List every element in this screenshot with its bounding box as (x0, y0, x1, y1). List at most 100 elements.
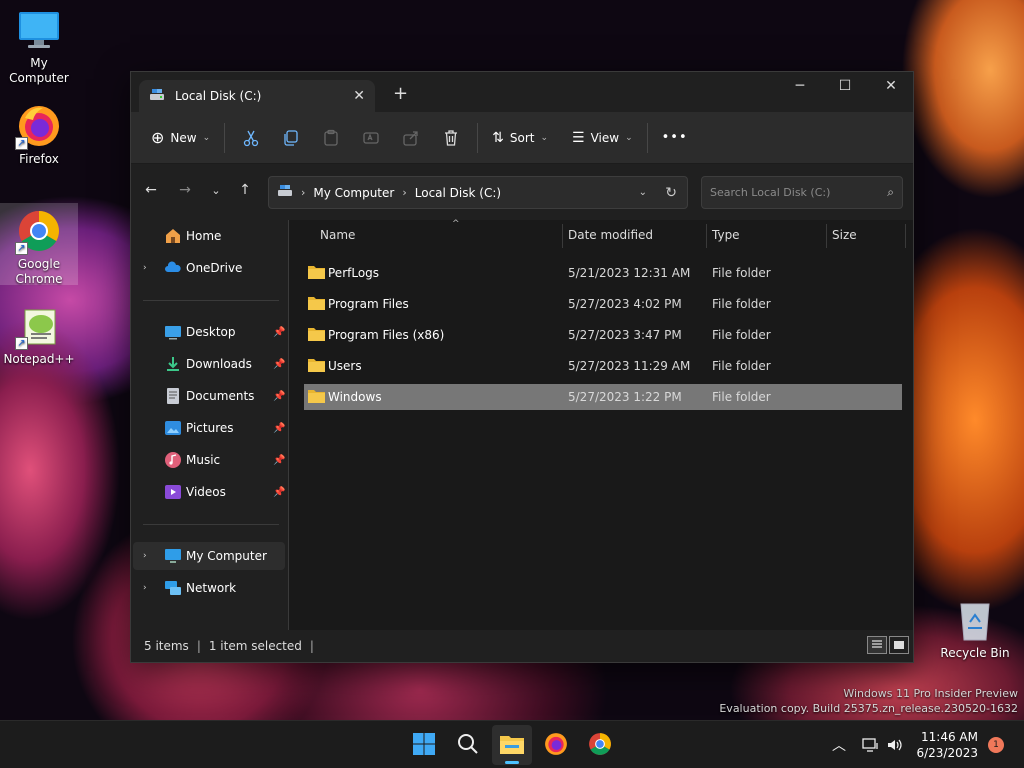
table-row[interactable]: Program Files (x86) 5/27/2023 3:47 PM File… (304, 322, 902, 348)
sidebar-item-videos[interactable]: Videos 📌 (133, 478, 285, 506)
sidebar-item-home[interactable]: Home (133, 222, 285, 250)
sidebar-item-label: Desktop (186, 325, 236, 339)
pin-icon[interactable]: 📌 (273, 423, 285, 434)
chevron-up-icon: ︿ (832, 738, 846, 754)
watermark-line-1: Windows 11 Pro Insider Preview (843, 687, 1018, 700)
network-tray-icon[interactable] (862, 721, 880, 768)
recent-locations-chevron-icon[interactable]: ⌄ (202, 176, 230, 204)
up-arrow-icon[interactable]: ↑ (231, 176, 259, 204)
desktop-icon-firefox[interactable]: ↗ Firefox (0, 104, 78, 167)
expand-chevron-icon[interactable]: › (143, 263, 147, 273)
item-count: 5 items (144, 639, 189, 653)
column-divider[interactable] (905, 224, 906, 248)
selection-count: 1 item selected (208, 639, 302, 653)
toolbar-divider (646, 122, 648, 153)
desktop-icon-label: Google Chrome (15, 257, 63, 286)
pin-icon[interactable]: 📌 (273, 487, 285, 498)
desktop-icon-my-computer[interactable]: My Computer (0, 8, 78, 86)
maximize-button[interactable]: ☐ (822, 72, 868, 100)
expand-chevron-icon[interactable]: › (143, 551, 147, 561)
sidebar-item-onedrive[interactable]: › OneDrive (133, 254, 285, 282)
delete-icon[interactable] (431, 121, 471, 155)
file-name: Program Files (328, 297, 409, 311)
search-box[interactable]: ⌕ (701, 176, 903, 209)
sidebar-item-pictures[interactable]: Pictures 📌 (133, 414, 285, 442)
column-header-type[interactable]: Type (702, 220, 826, 250)
cloud-icon (164, 259, 182, 277)
view-label: View (590, 130, 620, 145)
show-hidden-icons-chevron[interactable]: ︿ (832, 721, 846, 768)
pin-icon[interactable]: 📌 (273, 327, 285, 338)
breadcrumb-my-computer[interactable]: My Computer (313, 186, 394, 200)
more-options-button[interactable]: ••• (654, 121, 696, 155)
table-row[interactable]: Windows 5/27/2023 1:22 PM File folder (304, 384, 902, 410)
sidebar-item-network[interactable]: › Network (133, 574, 285, 602)
file-date: 5/27/2023 4:02 PM (568, 297, 682, 311)
sidebar-item-desktop[interactable]: Desktop 📌 (133, 318, 285, 346)
status-separator: | (196, 639, 201, 653)
view-button[interactable]: ☰ View ⌄ (564, 121, 641, 155)
column-header-size[interactable]: Size (822, 220, 902, 250)
toolbar-divider (477, 122, 479, 153)
video-icon (164, 483, 182, 501)
file-explorer-window: Local Disk (C:) ✕ + ─ ☐ ✕ ⊕ New ⌄ ⇅ Sort… (130, 71, 914, 663)
file-name: Windows (328, 390, 382, 404)
sidebar-item-my-computer[interactable]: › My Computer (133, 542, 285, 570)
pin-icon[interactable]: 📌 (273, 359, 285, 370)
cut-icon[interactable] (231, 121, 271, 155)
breadcrumb-chevron-icon: › (402, 186, 407, 199)
watermark-line-2: Evaluation copy. Build 25375.zn_release.… (719, 702, 1018, 715)
breadcrumb-local-disk[interactable]: Local Disk (C:) (415, 186, 501, 200)
minimize-button[interactable]: ─ (777, 72, 823, 100)
drive-icon (149, 88, 165, 105)
folder-icon (308, 265, 325, 279)
column-header-name[interactable]: Name ^ (310, 219, 564, 250)
taskbar-chrome[interactable] (580, 725, 620, 765)
address-box[interactable]: › My Computer › Local Disk (C:) ⌄ ↻ (268, 176, 688, 209)
expand-chevron-icon[interactable]: › (143, 583, 147, 593)
start-button[interactable] (404, 725, 444, 765)
desktop-folder-icon (164, 323, 182, 341)
desktop-icon-chrome[interactable]: ↗ Google Chrome (0, 203, 78, 286)
column-header-date[interactable]: Date modified (558, 220, 702, 250)
desktop-icon-notepadpp[interactable]: ↗ Notepad++ (0, 304, 78, 367)
desktop-icon-recycle-bin[interactable]: Recycle Bin (936, 598, 1014, 661)
table-row[interactable]: Program Files 5/27/2023 4:02 PM File folde… (304, 291, 902, 317)
windows-logo-icon (412, 732, 436, 759)
refresh-icon[interactable]: ↻ (665, 185, 677, 201)
rename-icon[interactable] (351, 121, 391, 155)
new-button[interactable]: ⊕ New ⌄ (143, 121, 218, 155)
copy-icon[interactable] (271, 121, 311, 155)
taskbar: ︿ 11:46 AM 6/23/2023 1 (0, 720, 1024, 768)
back-arrow-icon[interactable]: ← (137, 176, 165, 204)
search-input[interactable] (710, 186, 888, 199)
pin-icon[interactable]: 📌 (273, 391, 285, 402)
table-row[interactable]: Users 5/27/2023 11:29 AM File folder (304, 353, 902, 379)
taskbar-search-button[interactable] (448, 725, 488, 765)
desktop-icon-label: Notepad++ (3, 352, 75, 366)
table-row[interactable]: PerfLogs 5/21/2023 12:31 AM File folder (304, 260, 902, 286)
forward-arrow-icon[interactable]: → (171, 176, 199, 204)
close-tab-icon[interactable]: ✕ (353, 88, 365, 104)
details-view-icon[interactable] (867, 636, 887, 654)
sidebar-item-downloads[interactable]: Downloads 📌 (133, 350, 285, 378)
taskbar-file-explorer[interactable] (492, 725, 532, 765)
sidebar-item-music[interactable]: Music 📌 (133, 446, 285, 474)
share-icon[interactable] (391, 121, 431, 155)
new-tab-icon[interactable]: + (393, 83, 408, 104)
sidebar-item-documents[interactable]: Documents 📌 (133, 382, 285, 410)
close-window-button[interactable]: ✕ (868, 72, 914, 100)
volume-icon[interactable] (886, 721, 904, 768)
pin-icon[interactable]: 📌 (273, 455, 285, 466)
address-dropdown-icon[interactable]: ⌄ (639, 187, 647, 198)
taskbar-clock[interactable]: 11:46 AM 6/23/2023 (916, 729, 978, 761)
taskbar-firefox[interactable] (536, 725, 576, 765)
navigation-pane: Home › OneDrive Desktop 📌 Downloads 📌 Do… (131, 220, 289, 632)
notification-badge[interactable]: 1 (988, 737, 1004, 753)
sort-button[interactable]: ⇅ Sort ⌄ (484, 121, 556, 155)
paste-icon[interactable] (311, 121, 351, 155)
tab-local-disk[interactable]: Local Disk (C:) ✕ (139, 80, 375, 112)
tiles-view-icon[interactable] (889, 636, 909, 654)
picture-icon (164, 419, 182, 437)
chevron-down-icon: ⌄ (540, 132, 549, 143)
